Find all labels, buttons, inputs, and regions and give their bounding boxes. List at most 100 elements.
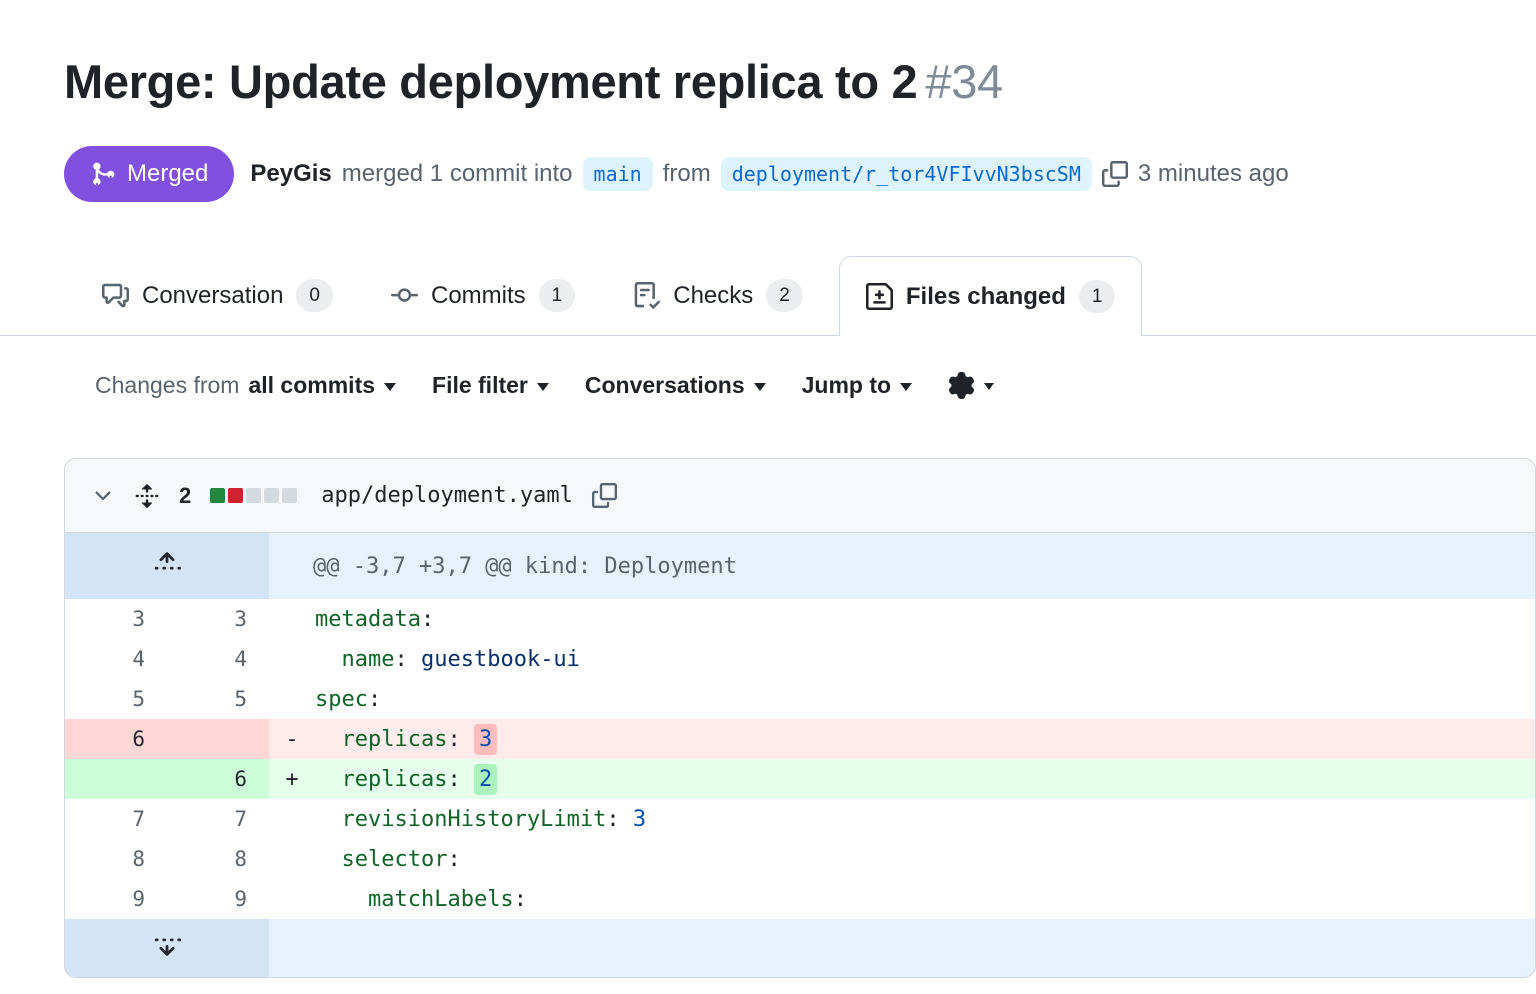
jump-to-dropdown[interactable]: Jump to — [802, 372, 912, 399]
changes-from-dropdown[interactable]: Changes from all commits — [95, 372, 396, 399]
new-line-number[interactable]: 7 — [167, 799, 269, 839]
page-title: Merge: Update deployment replica to 2#34 — [64, 54, 1472, 110]
code-token: : — [447, 767, 474, 792]
expand-filler — [269, 919, 1535, 977]
code-line: selector: — [315, 839, 1535, 879]
from-text: from — [663, 160, 711, 188]
diffstat-square-del — [228, 488, 243, 503]
code-token: matchLabels — [368, 887, 514, 912]
diff-settings-button[interactable] — [948, 372, 994, 399]
author-link[interactable]: PeyGis — [250, 160, 331, 188]
code-token — [315, 647, 342, 672]
file-header: 2 app/deployment.yaml — [65, 459, 1535, 533]
base-branch-label[interactable]: main — [583, 157, 653, 191]
tab-checks[interactable]: Checks 2 — [611, 256, 825, 335]
code-token — [315, 847, 342, 872]
pr-tabs: Conversation 0 Commits 1 Checks 2 Files … — [0, 256, 1536, 336]
changed-lines-count: 2 — [179, 483, 191, 509]
copy-icon — [592, 483, 617, 508]
old-line-number[interactable]: 3 — [65, 599, 167, 639]
diff-line-context: 88 selector: — [65, 839, 1535, 879]
diffstat — [210, 488, 297, 503]
status-badge: Merged — [64, 146, 234, 202]
code-line: replicas: 2 — [315, 759, 1535, 799]
expand-down-cell[interactable] — [65, 919, 269, 977]
file-filter-dropdown[interactable]: File filter — [432, 372, 549, 399]
diffstat-square-neutral — [282, 488, 297, 503]
old-line-number[interactable]: 5 — [65, 679, 167, 719]
diff-table-body: 33metadata:44 name: guestbook-ui55spec:6… — [65, 599, 1535, 919]
diff-toolbar: Changes from all commits File filter Con… — [95, 366, 1472, 404]
copy-file-path-button[interactable] — [592, 483, 617, 508]
conversations-label: Conversations — [585, 372, 745, 399]
conversations-dropdown[interactable]: Conversations — [585, 372, 766, 399]
expand-all-hunks-button[interactable] — [134, 483, 160, 509]
tab-files-changed[interactable]: Files changed 1 — [839, 256, 1143, 336]
tab-label: Commits — [431, 282, 526, 310]
diff-marker — [269, 839, 315, 879]
collapse-file-button[interactable] — [91, 484, 115, 508]
caret-down-icon — [900, 383, 912, 391]
code-token: name — [342, 647, 395, 672]
diff-file-panel: 2 app/deployment.yaml @@ -3,7 +3,7 @@ ki… — [64, 458, 1536, 978]
diff-line-context: 77 revisionHistoryLimit: 3 — [65, 799, 1535, 839]
pr-title-text: Merge: Update deployment replica to 2 — [64, 55, 917, 108]
copy-branch-button[interactable] — [1102, 161, 1128, 187]
caret-down-icon — [537, 383, 549, 391]
status-label: Merged — [127, 160, 208, 188]
new-line-number[interactable]: 5 — [167, 679, 269, 719]
code-token — [315, 887, 368, 912]
copy-icon — [1102, 161, 1128, 187]
new-line-number[interactable] — [167, 719, 269, 759]
code-token — [315, 767, 342, 792]
new-line-number[interactable]: 4 — [167, 639, 269, 679]
code-token: : — [421, 607, 434, 632]
code-token: spec — [315, 687, 368, 712]
code-token: replicas — [342, 767, 448, 792]
code-line: spec: — [315, 679, 1535, 719]
comment-discussion-icon — [102, 282, 129, 309]
tab-counter: 0 — [296, 279, 333, 312]
unfold-icon — [134, 483, 160, 509]
hunk-row: @@ -3,7 +3,7 @@ kind: Deployment — [65, 533, 1535, 599]
code-token: metadata — [315, 607, 421, 632]
code-token — [315, 727, 342, 752]
diff-line-context: 33 metadata: — [65, 599, 1535, 639]
changed-word: 3 — [474, 724, 497, 755]
code-token: guestbook-ui — [421, 647, 580, 672]
code-token: : — [447, 847, 460, 872]
tab-label: Checks — [673, 282, 753, 310]
caret-down-icon — [984, 383, 994, 390]
diff-table: @@ -3,7 +3,7 @@ kind: Deployment 33metad… — [65, 533, 1535, 977]
old-line-number[interactable]: 6 — [65, 719, 167, 759]
old-line-number[interactable]: 8 — [65, 839, 167, 879]
diff-marker — [269, 599, 315, 639]
new-line-number[interactable]: 3 — [167, 599, 269, 639]
new-line-number[interactable]: 6 — [167, 759, 269, 799]
chevron-down-icon — [91, 484, 115, 508]
old-line-number[interactable]: 9 — [65, 879, 167, 919]
tab-commits[interactable]: Commits 1 — [369, 256, 597, 335]
diff-line-context: 99 matchLabels: — [65, 879, 1535, 919]
old-line-number[interactable] — [65, 759, 167, 799]
file-name-link[interactable]: app/deployment.yaml — [321, 483, 573, 508]
old-line-number[interactable]: 4 — [65, 639, 167, 679]
old-line-number[interactable]: 7 — [65, 799, 167, 839]
expand-row — [65, 919, 1535, 977]
tab-label: Conversation — [142, 282, 283, 310]
head-branch-label[interactable]: deployment/r_tor4VFIvvN3bscSM — [721, 157, 1092, 191]
new-line-number[interactable]: 8 — [167, 839, 269, 879]
changed-word: 2 — [474, 764, 497, 795]
tab-conversation[interactable]: Conversation 0 — [80, 256, 355, 335]
diff-line-del: 6- replicas: 3 — [65, 719, 1535, 759]
diff-marker — [269, 679, 315, 719]
code-token: selector — [342, 847, 448, 872]
code-token: : — [514, 887, 527, 912]
merge-summary: PeyGis merged 1 commit into main from de… — [250, 157, 1288, 191]
new-line-number[interactable]: 9 — [167, 879, 269, 919]
code-token: 3 — [633, 807, 646, 832]
diff-line-add: 6+ replicas: 2 — [65, 759, 1535, 799]
expand-hunk-up-cell[interactable] — [65, 533, 269, 599]
changes-from-value: all commits — [248, 372, 375, 399]
fold-up-icon — [152, 548, 182, 578]
